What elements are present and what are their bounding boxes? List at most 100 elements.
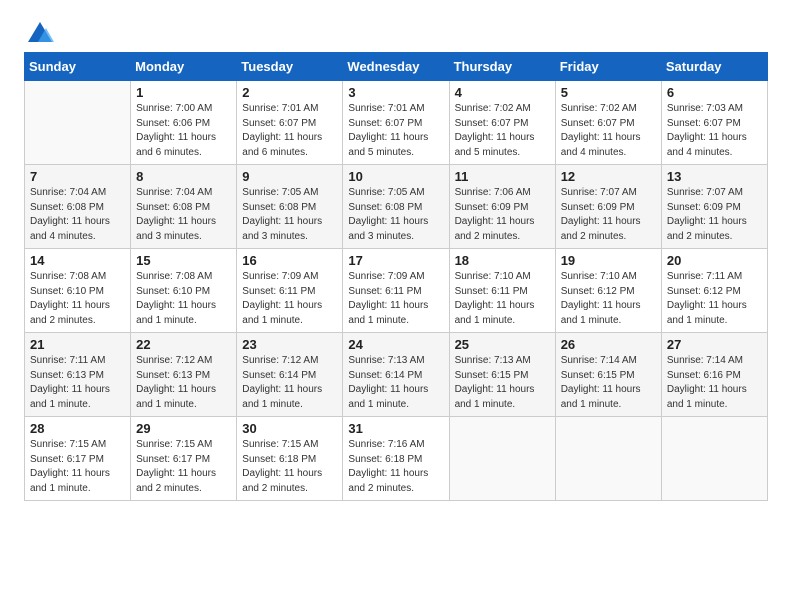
- day-number: 17: [348, 253, 443, 268]
- sunrise-text: Sunrise: 7:00 AM: [136, 103, 212, 114]
- sunrise-text: Sunrise: 7:14 AM: [667, 355, 743, 366]
- sunset-text: Sunset: 6:14 PM: [242, 370, 316, 381]
- sunrise-text: Sunrise: 7:05 AM: [348, 187, 424, 198]
- sunset-text: Sunset: 6:14 PM: [348, 370, 422, 381]
- day-number: 24: [348, 337, 443, 352]
- calendar-day-cell: [555, 417, 661, 501]
- page-container: SundayMondayTuesdayWednesdayThursdayFrid…: [24, 20, 768, 501]
- day-number: 10: [348, 169, 443, 184]
- sunrise-text: Sunrise: 7:02 AM: [561, 103, 637, 114]
- sunrise-text: Sunrise: 7:08 AM: [136, 271, 212, 282]
- sunrise-text: Sunrise: 7:07 AM: [667, 187, 743, 198]
- day-number: 21: [30, 337, 125, 352]
- day-number: 25: [455, 337, 550, 352]
- sunset-text: Sunset: 6:08 PM: [242, 202, 316, 213]
- daylight-text: Daylight: 11 hours and 4 minutes.: [667, 132, 747, 158]
- sunrise-text: Sunrise: 7:13 AM: [348, 355, 424, 366]
- calendar-day-cell: 22Sunrise: 7:12 AMSunset: 6:13 PMDayligh…: [131, 333, 237, 417]
- daylight-text: Daylight: 11 hours and 1 minute.: [561, 384, 641, 410]
- calendar-day-cell: 12Sunrise: 7:07 AMSunset: 6:09 PMDayligh…: [555, 165, 661, 249]
- day-number: 31: [348, 421, 443, 436]
- day-info: Sunrise: 7:04 AMSunset: 6:08 PMDaylight:…: [30, 186, 125, 244]
- daylight-text: Daylight: 11 hours and 2 minutes.: [30, 300, 110, 326]
- calendar-day-cell: 7Sunrise: 7:04 AMSunset: 6:08 PMDaylight…: [25, 165, 131, 249]
- sunrise-text: Sunrise: 7:09 AM: [242, 271, 318, 282]
- sunset-text: Sunset: 6:07 PM: [667, 118, 741, 129]
- sunrise-text: Sunrise: 7:01 AM: [348, 103, 424, 114]
- daylight-text: Daylight: 11 hours and 1 minute.: [667, 384, 747, 410]
- calendar-day-cell: 10 Sunrise: 7:05 AMSunset: 6:08 PMDayligh…: [343, 165, 449, 249]
- day-number: 9: [242, 169, 337, 184]
- calendar-day-cell: 14Sunrise: 7:08 AMSunset: 6:10 PMDayligh…: [25, 249, 131, 333]
- calendar-day-cell: 23Sunrise: 7:12 AMSunset: 6:14 PMDayligh…: [237, 333, 343, 417]
- daylight-text: Daylight: 11 hours and 2 minutes.: [667, 216, 747, 242]
- daylight-text: Daylight: 11 hours and 6 minutes.: [242, 132, 322, 158]
- sunset-text: Sunset: 6:17 PM: [30, 454, 104, 465]
- day-number: 26: [561, 337, 656, 352]
- day-number: 22: [136, 337, 231, 352]
- calendar-day-cell: 4Sunrise: 7:02 AMSunset: 6:07 PMDaylight…: [449, 81, 555, 165]
- sunrise-text: Sunrise: 7:13 AM: [455, 355, 531, 366]
- calendar-day-cell: 24Sunrise: 7:13 AMSunset: 6:14 PMDayligh…: [343, 333, 449, 417]
- day-info: Sunrise: 7:05 AMSunset: 6:08 PMDaylight:…: [348, 186, 443, 244]
- daylight-text: Daylight: 11 hours and 1 minute.: [30, 384, 110, 410]
- calendar-day-cell: 25Sunrise: 7:13 AMSunset: 6:15 PMDayligh…: [449, 333, 555, 417]
- daylight-text: Daylight: 11 hours and 2 minutes.: [455, 216, 535, 242]
- calendar-day-cell: 31Sunrise: 7:16 AMSunset: 6:18 PMDayligh…: [343, 417, 449, 501]
- day-number: 28: [30, 421, 125, 436]
- weekday-header-tuesday: Tuesday: [237, 53, 343, 81]
- day-number: 6: [667, 85, 762, 100]
- sunrise-text: Sunrise: 7:10 AM: [561, 271, 637, 282]
- daylight-text: Daylight: 11 hours and 6 minutes.: [136, 132, 216, 158]
- sunrise-text: Sunrise: 7:11 AM: [667, 271, 742, 282]
- sunset-text: Sunset: 6:08 PM: [136, 202, 210, 213]
- sunset-text: Sunset: 6:18 PM: [348, 454, 422, 465]
- calendar-week-row: 1 Sunrise: 7:00 AMSunset: 6:06 PMDaylight…: [25, 81, 768, 165]
- weekday-header-monday: Monday: [131, 53, 237, 81]
- calendar-day-cell: 29Sunrise: 7:15 AMSunset: 6:17 PMDayligh…: [131, 417, 237, 501]
- day-info: Sunrise: 7:03 AM Sunset: 6:07 PM Daylight:…: [667, 102, 762, 160]
- day-info: Sunrise: 7:08 AMSunset: 6:10 PMDaylight:…: [30, 270, 125, 328]
- day-info: Sunrise: 7:14 AMSunset: 6:15 PMDaylight:…: [561, 354, 656, 412]
- sunrise-text: Sunrise: 7:05 AM: [242, 187, 318, 198]
- day-number: 2: [242, 85, 337, 100]
- day-info: Sunrise: 7:00 AMSunset: 6:06 PMDaylight:…: [136, 102, 231, 160]
- sunrise-text: Sunrise: 7:12 AM: [242, 355, 318, 366]
- day-info: Sunrise: 7:02 AMSunset: 6:07 PMDaylight:…: [455, 102, 550, 160]
- sunset-text: Sunset: 6:12 PM: [561, 286, 635, 297]
- day-info: Sunrise: 7:05 AM Sunset: 6:08 PM Daylight:…: [242, 186, 337, 244]
- day-number: 4: [455, 85, 550, 100]
- day-number: 19: [561, 253, 656, 268]
- sunrise-text: Sunrise: 7:04 AM: [30, 187, 106, 198]
- sunrise-text: Sunrise: 7:04 AM: [136, 187, 212, 198]
- sunrise-text: Sunrise: 7:03 AM: [667, 103, 743, 114]
- day-number: 3: [348, 85, 443, 100]
- day-info: Sunrise: 7:15 AMSunset: 6:17 PMDaylight:…: [136, 438, 231, 496]
- day-info: Sunrise: 7:08 AMSunset: 6:10 PMDaylight:…: [136, 270, 231, 328]
- day-info: Sunrise: 7:09 AMSunset: 6:11 PMDaylight:…: [242, 270, 337, 328]
- day-info: Sunrise: 7:12 AMSunset: 6:14 PMDaylight:…: [242, 354, 337, 412]
- day-info: Sunrise: 7:01 AMSunset: 6:07 PMDaylight:…: [242, 102, 337, 160]
- sunset-text: Sunset: 6:08 PM: [30, 202, 104, 213]
- daylight-text: Daylight: 11 hours and 2 minutes.: [242, 468, 322, 494]
- sunset-text: Sunset: 6:07 PM: [455, 118, 529, 129]
- day-number: 1: [136, 85, 231, 100]
- day-number: 11: [455, 169, 550, 184]
- day-number: 16: [242, 253, 337, 268]
- calendar-day-cell: 30Sunrise: 7:15 AMSunset: 6:18 PMDayligh…: [237, 417, 343, 501]
- calendar-day-cell: 13Sunrise: 7:07 AMSunset: 6:09 PMDayligh…: [661, 165, 767, 249]
- sunrise-text: Sunrise: 7:09 AM: [348, 271, 424, 282]
- sunset-text: Sunset: 6:12 PM: [667, 286, 741, 297]
- day-number: 5: [561, 85, 656, 100]
- weekday-header-wednesday: Wednesday: [343, 53, 449, 81]
- sunset-text: Sunset: 6:15 PM: [455, 370, 529, 381]
- daylight-text: Daylight: 11 hours and 3 minutes.: [136, 216, 216, 242]
- sunrise-text: Sunrise: 7:02 AM: [455, 103, 531, 114]
- day-info: Sunrise: 7:14 AMSunset: 6:16 PMDaylight:…: [667, 354, 762, 412]
- sunset-text: Sunset: 6:13 PM: [136, 370, 210, 381]
- sunset-text: Sunset: 6:09 PM: [455, 202, 529, 213]
- calendar-day-cell: 17Sunrise: 7:09 AMSunset: 6:11 PMDayligh…: [343, 249, 449, 333]
- sunset-text: Sunset: 6:09 PM: [561, 202, 635, 213]
- daylight-text: Daylight: 11 hours and 3 minutes.: [242, 216, 322, 242]
- day-info: Sunrise: 7:02 AMSunset: 6:07 PMDaylight:…: [561, 102, 656, 160]
